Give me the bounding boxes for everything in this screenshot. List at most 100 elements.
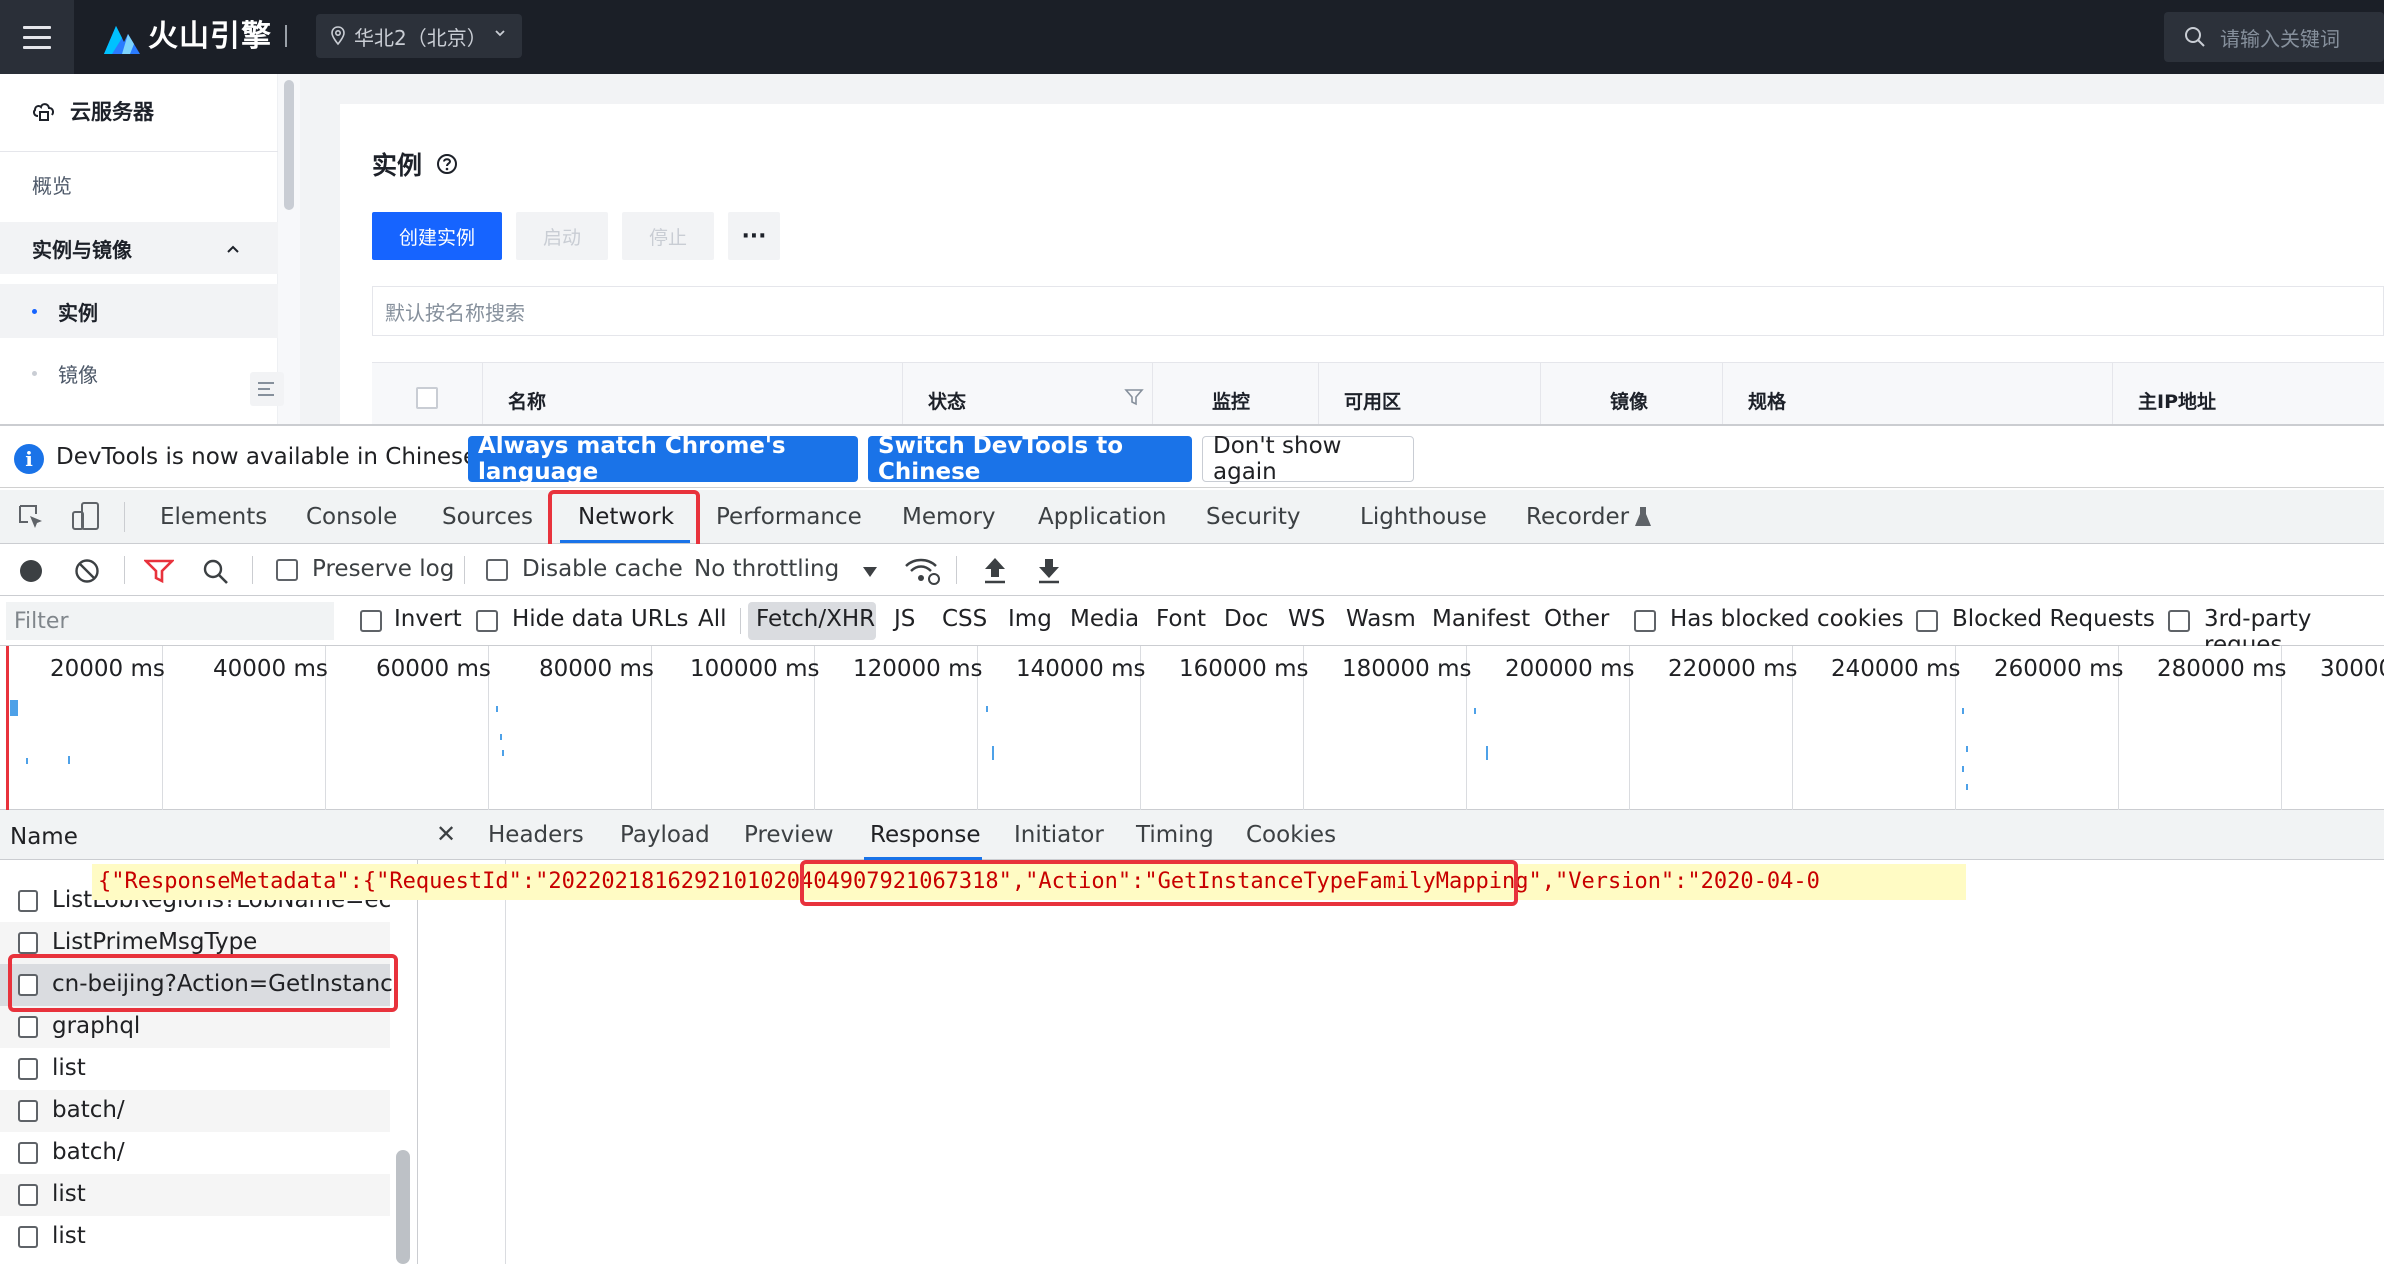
toolbar-divider [956, 556, 957, 584]
filter-funnel-icon[interactable] [1124, 387, 1144, 407]
column-header-monitor[interactable]: 监控 [1212, 387, 1250, 414]
tab-elements[interactable]: Elements [160, 504, 267, 530]
sidebar-item-instances[interactable]: 实例 [0, 284, 278, 338]
request-row[interactable]: graphql [0, 1006, 390, 1048]
region-select[interactable]: 华北2（北京） [316, 14, 522, 58]
column-header-zone[interactable]: 可用区 [1344, 387, 1401, 414]
sidebar-item-overview[interactable]: 概览 [32, 170, 72, 199]
detail-tab-cookies[interactable]: Cookies [1246, 822, 1336, 848]
export-har-icon[interactable] [1036, 556, 1062, 584]
type-filter-ws[interactable]: WS [1288, 606, 1325, 632]
import-har-icon[interactable] [982, 556, 1008, 584]
create-instance-button[interactable]: 创建实例 [372, 212, 502, 260]
tab-memory[interactable]: Memory [902, 504, 996, 530]
type-filter-manifest[interactable]: Manifest [1432, 606, 1530, 632]
disable-cache-checkbox[interactable] [486, 559, 508, 581]
tab-security[interactable]: Security [1206, 504, 1300, 530]
start-button[interactable]: 启动 [516, 212, 608, 260]
detail-tab-payload[interactable]: Payload [620, 822, 710, 848]
column-header-image[interactable]: 镜像 [1610, 387, 1648, 414]
network-conditions-icon[interactable] [904, 556, 940, 586]
search-icon[interactable] [202, 558, 230, 586]
close-detail-icon[interactable]: ✕ [436, 820, 456, 848]
sidebar-item-images[interactable]: 镜像 [0, 354, 240, 394]
request-row-checkbox[interactable] [18, 1184, 38, 1206]
record-icon[interactable] [18, 558, 44, 584]
help-circle-icon[interactable] [436, 153, 458, 175]
stop-button[interactable]: 停止 [622, 212, 714, 260]
preserve-log-checkbox[interactable] [276, 559, 298, 581]
request-row-checkbox[interactable] [18, 1226, 38, 1248]
has-blocked-cookies-checkbox[interactable] [1634, 610, 1656, 632]
type-filter-css[interactable]: CSS [942, 606, 987, 632]
column-header-spec[interactable]: 规格 [1748, 387, 1786, 414]
type-filter-media[interactable]: Media [1070, 606, 1139, 632]
type-filter-js[interactable]: JS [894, 606, 915, 632]
sidebar-scrollbar-thumb[interactable] [284, 80, 294, 210]
switch-to-chinese-button[interactable]: Switch DevTools to Chinese [868, 433, 1192, 485]
third-party-requests-checkbox[interactable] [2168, 610, 2190, 632]
type-filter-doc[interactable]: Doc [1224, 606, 1268, 632]
request-row-checkbox[interactable] [18, 1100, 38, 1122]
column-header-status[interactable]: 状态 [928, 387, 966, 414]
inspect-element-icon[interactable] [16, 502, 46, 532]
name-column-header[interactable]: Name [10, 824, 78, 850]
invert-checkbox[interactable] [360, 610, 382, 632]
type-filter-font[interactable]: Font [1156, 606, 1206, 632]
instance-search-input[interactable]: 默认按名称搜索 [372, 286, 2384, 336]
tab-recorder[interactable]: Recorder [1526, 504, 1629, 530]
tab-performance[interactable]: Performance [716, 504, 862, 530]
throttling-select[interactable]: No throttling [694, 556, 839, 582]
blocked-requests-checkbox[interactable] [1916, 610, 1938, 632]
hamburger-menu-button[interactable] [0, 0, 74, 74]
request-row[interactable]: list [0, 1048, 390, 1090]
select-all-checkbox[interactable] [416, 387, 438, 409]
detail-tab-initiator[interactable]: Initiator [1014, 822, 1104, 848]
tab-lighthouse[interactable]: Lighthouse [1360, 504, 1487, 530]
column-header-primary-ip[interactable]: 主IP地址 [2138, 387, 2216, 414]
tab-sources[interactable]: Sources [442, 504, 533, 530]
network-tab-highlight-annotation [548, 490, 700, 552]
tab-application[interactable]: Application [1038, 504, 1167, 530]
global-search-input[interactable]: 请输入关键词 [2164, 12, 2384, 62]
request-list-header[interactable]: Name [0, 810, 418, 860]
request-list-scrollbar-thumb[interactable] [396, 1150, 410, 1264]
detail-tab-preview[interactable]: Preview [744, 822, 834, 848]
request-row[interactable]: batch/ [0, 1132, 390, 1174]
toolbar-divider [124, 556, 125, 584]
type-filter-img[interactable]: Img [1008, 606, 1052, 632]
detail-tab-timing[interactable]: Timing [1136, 822, 1214, 848]
request-row[interactable]: batch/ [0, 1090, 390, 1132]
type-filter-wasm[interactable]: Wasm [1346, 606, 1416, 632]
request-row-checkbox[interactable] [18, 1016, 38, 1038]
type-filter-fetch-xhr[interactable]: Fetch/XHR [756, 606, 875, 632]
line-number-gutter: 1 [418, 860, 506, 1264]
sidebar-group-instances-images[interactable]: 实例与镜像 [0, 222, 278, 274]
filter-funnel-icon[interactable] [144, 558, 174, 584]
column-header-name[interactable]: 名称 [508, 387, 546, 414]
request-row-checkbox[interactable] [18, 1058, 38, 1080]
device-toolbar-icon[interactable] [70, 500, 102, 532]
type-filter-other[interactable]: Other [1544, 606, 1609, 632]
brand-name[interactable]: 火山引擎 [148, 18, 272, 56]
tab-console[interactable]: Console [306, 504, 397, 530]
network-overview-timeline[interactable]: 20000 ms 40000 ms 60000 ms 80000 ms 1000… [0, 646, 2384, 810]
filter-input[interactable]: Filter [6, 602, 334, 640]
timeline-tick: 120000 ms [853, 656, 983, 682]
request-row[interactable]: list [0, 1216, 390, 1258]
request-row-checkbox[interactable] [18, 1142, 38, 1164]
request-row[interactable]: list [0, 1174, 390, 1216]
dropdown-triangle-icon[interactable] [862, 566, 878, 578]
request-row-checkbox[interactable] [18, 932, 38, 954]
sidebar-collapse-button[interactable] [250, 372, 284, 406]
dont-show-again-button[interactable]: Don't show again [1202, 433, 1414, 485]
detail-tab-response[interactable]: Response [870, 822, 980, 848]
hide-data-urls-checkbox[interactable] [476, 610, 498, 632]
more-actions-button[interactable]: ··· [728, 212, 780, 260]
request-row-checkbox[interactable] [18, 890, 38, 912]
always-match-language-button[interactable]: Always match Chrome's language [468, 433, 858, 485]
detail-tab-headers[interactable]: Headers [488, 822, 584, 848]
collapse-list-icon [258, 382, 274, 396]
type-filter-all[interactable]: All [698, 606, 727, 632]
clear-icon[interactable] [74, 558, 100, 584]
